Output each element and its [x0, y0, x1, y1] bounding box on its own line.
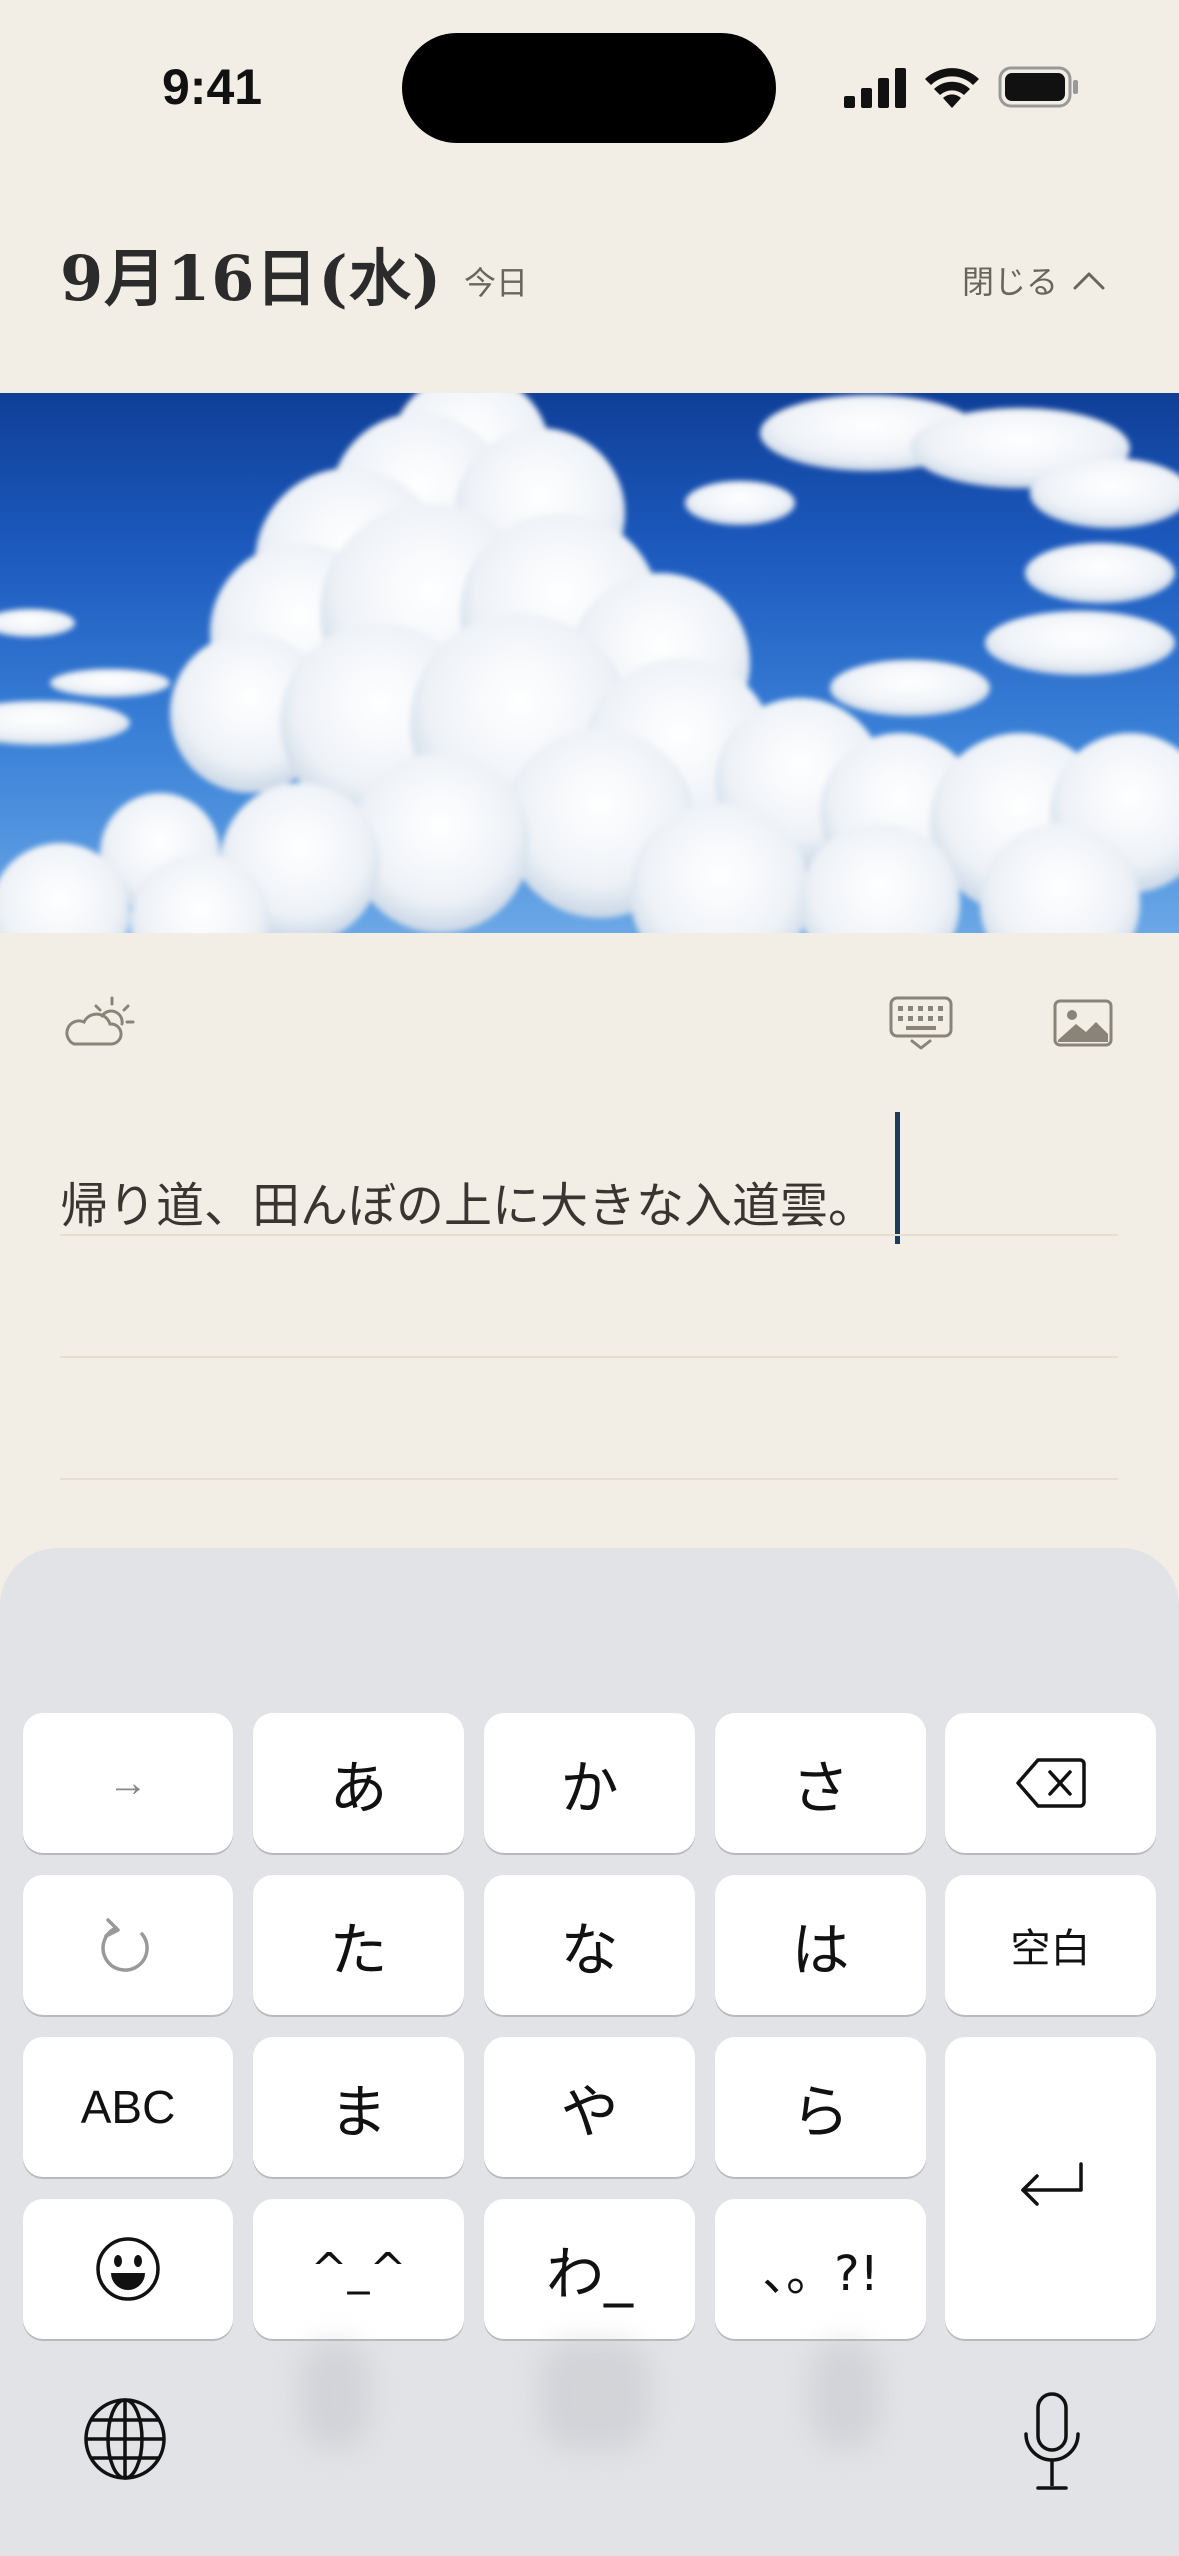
globe-icon[interactable]: [82, 2396, 168, 2482]
undo-icon: [101, 1918, 149, 1972]
line-rule: [60, 1478, 1118, 1480]
undo-key[interactable]: [23, 1875, 233, 2015]
partly-cloudy-icon: [65, 996, 135, 1046]
battery-icon: [998, 66, 1078, 108]
return-key[interactable]: [945, 2037, 1156, 2339]
return-icon: [1020, 2162, 1083, 2206]
status-time: 9:41: [162, 59, 263, 115]
delete-key[interactable]: [945, 1713, 1156, 1853]
line-rule: [60, 1356, 1118, 1358]
key-a[interactable]: あ: [253, 1713, 464, 1853]
key-na[interactable]: な: [484, 1875, 695, 2015]
key-ha[interactable]: は: [715, 1875, 926, 2015]
cumulonimbus-cloud-photo: [0, 393, 1179, 933]
key-blur-hint: [300, 2340, 370, 2450]
close-button[interactable]: 閉じる: [962, 256, 1106, 304]
key-ra[interactable]: ら: [715, 2037, 926, 2177]
close-button-label: 閉じる: [962, 263, 1059, 301]
microphone-icon[interactable]: [1020, 2390, 1084, 2494]
key-next-arrow[interactable]: →: [23, 1713, 233, 1853]
cellular-signal-icon: [844, 68, 906, 108]
key-blur-hint: [540, 2340, 650, 2450]
key-ya[interactable]: や: [484, 2037, 695, 2177]
entry-date-title: 9月16日(水): [60, 242, 443, 315]
keyboard-dismiss-icon[interactable]: [888, 995, 954, 1051]
image-icon[interactable]: [1052, 998, 1114, 1048]
key-sa[interactable]: さ: [715, 1713, 926, 1853]
key-punctuation[interactable]: 、。?!: [715, 2199, 926, 2339]
status-bar: 9:41: [0, 0, 1179, 170]
today-label: 今日: [464, 264, 529, 302]
chevron-up-icon: [1073, 272, 1105, 290]
emoji-icon: [96, 2237, 160, 2301]
key-abc[interactable]: ABC: [23, 2037, 233, 2177]
delete-icon: [1015, 1758, 1086, 1808]
space-key[interactable]: 空白: [945, 1875, 1156, 2015]
key-blur-hint: [810, 2340, 880, 2450]
key-ta[interactable]: た: [253, 1875, 464, 2015]
emoji-key[interactable]: [23, 2199, 233, 2339]
line-rule: [60, 1234, 1118, 1236]
text-caret: [895, 1112, 900, 1244]
key-wa[interactable]: わ_: [484, 2199, 695, 2339]
dynamic-island: [402, 33, 776, 143]
wifi-icon: [925, 68, 979, 108]
entry-text-line[interactable]: 帰り道、田んぼの上に大きな入道雲。: [60, 1166, 876, 1236]
key-ma[interactable]: ま: [253, 2037, 464, 2177]
key-ka[interactable]: か: [484, 1713, 695, 1853]
key-kaomoji[interactable]: ^_^: [253, 2199, 464, 2339]
